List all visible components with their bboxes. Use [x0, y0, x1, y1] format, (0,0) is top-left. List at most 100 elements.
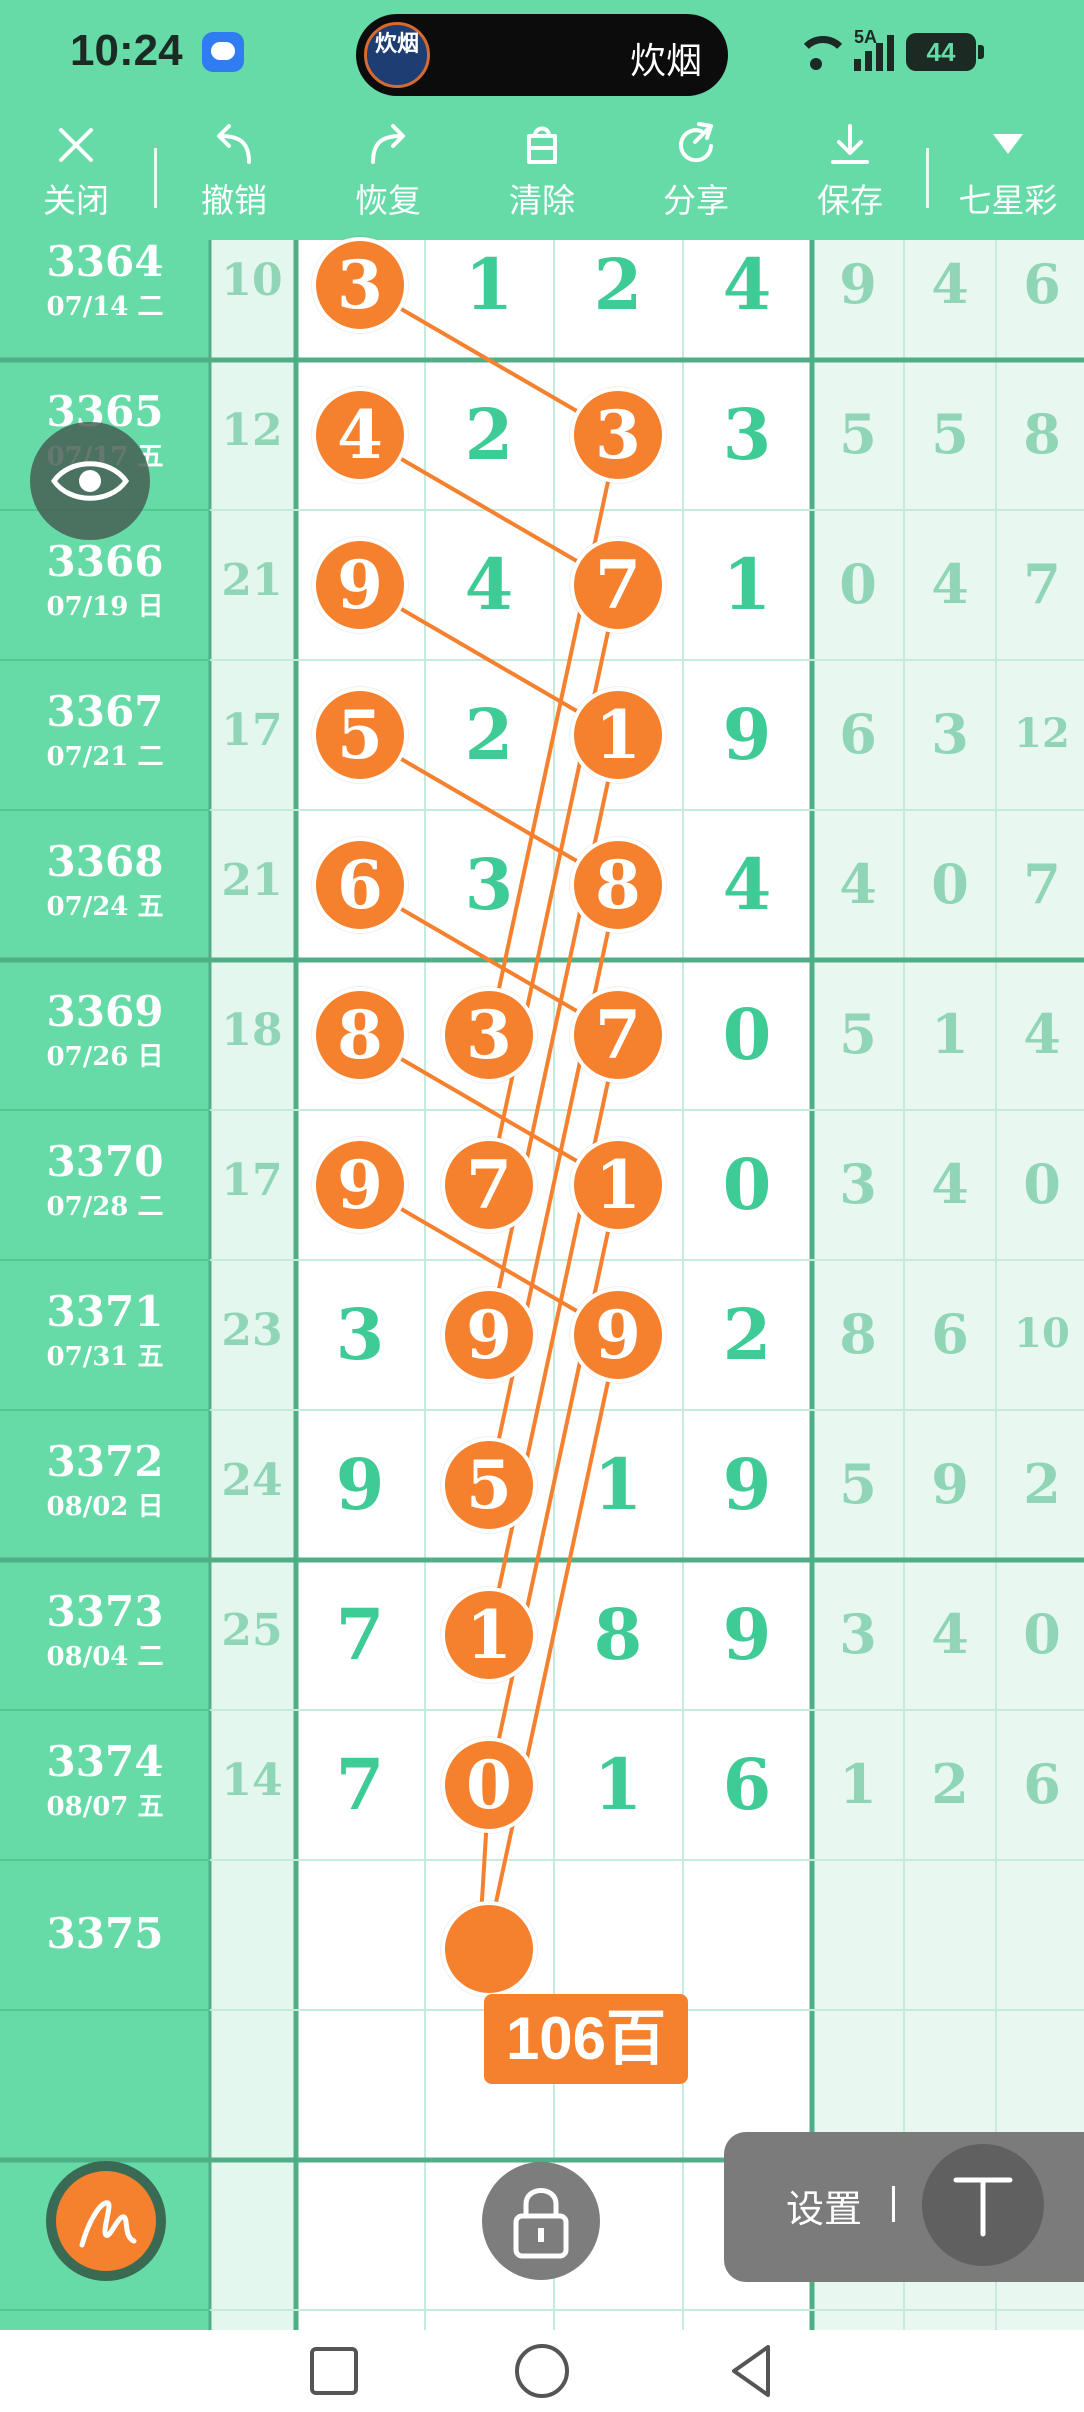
extra-digit-cell: 5: [931, 401, 969, 466]
highlighted-digit[interactable]: 9: [441, 1287, 537, 1383]
highlighted-digit[interactable]: 3: [441, 987, 537, 1083]
digit-cell[interactable]: 4: [687, 243, 807, 326]
highlighted-digit[interactable]: 4: [312, 387, 408, 483]
digit-cell[interactable]: 2: [558, 243, 678, 326]
extra-digit-cell: 0: [1023, 1151, 1061, 1216]
extra-digit-cell: 4: [839, 851, 877, 916]
extra-digit-cell: 0: [839, 551, 877, 616]
undo-icon: [217, 124, 251, 164]
highlighted-digit[interactable]: 1: [570, 687, 666, 783]
pending-marker[interactable]: [441, 1901, 537, 1997]
game-selector-dropdown[interactable]: 七星彩: [946, 108, 1070, 240]
sum-value: 18: [221, 1005, 283, 1056]
issue-date: 07/19 日: [46, 592, 164, 622]
extra-digit-cell: 10: [1014, 1310, 1070, 1358]
panel-divider: [892, 2186, 895, 2222]
highlighted-digit[interactable]: 1: [441, 1587, 537, 1683]
extra-digit-cell: 7: [1023, 551, 1061, 616]
highlighted-digit[interactable]: 9: [570, 1287, 666, 1383]
digit-cell[interactable]: 3: [300, 1293, 420, 1376]
highlighted-digit[interactable]: 1: [570, 1137, 666, 1233]
issue-date: 07/14 二: [46, 292, 164, 322]
issue-number: 3366: [46, 537, 164, 586]
digit-cell[interactable]: 3: [687, 393, 807, 476]
digit-cell[interactable]: 9: [300, 1443, 420, 1526]
sum-value: 12: [221, 405, 283, 456]
issue-number: 3375: [46, 1909, 164, 1958]
highlighted-digit[interactable]: 6: [312, 837, 408, 933]
extra-digit-cell: 4: [931, 1151, 969, 1216]
highlighted-digit[interactable]: 3: [312, 237, 408, 333]
digit-cell[interactable]: 3: [429, 843, 549, 926]
extra-digit-cell: 5: [839, 1001, 877, 1066]
extra-digit-cell: 7: [1023, 851, 1061, 916]
extra-digit-cell: 6: [1023, 251, 1061, 316]
digit-cell[interactable]: 2: [429, 693, 549, 776]
digit-cell[interactable]: 2: [429, 393, 549, 476]
highlighted-digit[interactable]: 5: [441, 1437, 537, 1533]
network-type: 5A: [854, 27, 878, 47]
digit-cell[interactable]: 7: [300, 1743, 420, 1826]
text-tool-button[interactable]: [922, 2144, 1044, 2266]
highlighted-digit[interactable]: 5: [312, 687, 408, 783]
highlighted-digit[interactable]: 9: [312, 1137, 408, 1233]
digit-cell[interactable]: 4: [687, 843, 807, 926]
issue-cell: 3369 07/26 日: [0, 987, 210, 1073]
highlighted-digit[interactable]: 8: [570, 837, 666, 933]
issue-cell: 3374 08/07 五: [0, 1737, 210, 1823]
digit-cell[interactable]: 1: [558, 1743, 678, 1826]
digit-cell[interactable]: 1: [558, 1443, 678, 1526]
issue-cell: 3373 08/04 二: [0, 1587, 210, 1673]
toolbar-divider: [926, 148, 929, 208]
clock: 10:24: [70, 26, 183, 75]
lock-button[interactable]: [482, 2162, 600, 2280]
share-button[interactable]: 分享: [636, 108, 756, 240]
undo-button[interactable]: 撤销: [174, 108, 294, 240]
back-icon[interactable]: [722, 2341, 782, 2401]
draw-pen-button[interactable]: [46, 2161, 166, 2281]
extra-digit-cell: 4: [931, 1601, 969, 1666]
clear-label: 清除: [509, 182, 575, 219]
eye-visibility-toggle[interactable]: [30, 422, 150, 540]
highlighted-digit[interactable]: 7: [570, 537, 666, 633]
highlighted-digit[interactable]: 7: [570, 987, 666, 1083]
highlighted-digit[interactable]: 9: [312, 537, 408, 633]
highlighted-digit[interactable]: 7: [441, 1137, 537, 1233]
issue-cell: 3370 07/28 二: [0, 1137, 210, 1223]
extra-digit-cell: 0: [931, 851, 969, 916]
digit-cell[interactable]: 4: [429, 543, 549, 626]
highlighted-digit[interactable]: 3: [570, 387, 666, 483]
issue-cell: 3372 08/02 日: [0, 1437, 210, 1523]
issue-number: 3369: [46, 987, 164, 1036]
digit-cell[interactable]: 9: [687, 693, 807, 776]
dynamic-island-pill[interactable]: 炊烟 炊烟: [356, 14, 728, 96]
extra-digit-cell: 8: [1023, 401, 1061, 466]
issue-cell: 3364 07/14 二: [0, 237, 210, 323]
settings-label[interactable]: 设置: [786, 2178, 862, 2233]
issue-number: 3373: [46, 1587, 164, 1636]
highlighted-digit[interactable]: 0: [441, 1737, 537, 1833]
home-icon[interactable]: [512, 2341, 572, 2401]
digit-cell[interactable]: 9: [687, 1593, 807, 1676]
lock-icon: [513, 2188, 569, 2259]
sum-value: 25: [221, 1605, 283, 1656]
digit-cell[interactable]: 9: [687, 1443, 807, 1526]
digit-cell[interactable]: 1: [429, 243, 549, 326]
recents-icon[interactable]: [304, 2341, 364, 2401]
extra-digit-cell: 5: [839, 1451, 877, 1516]
digit-cell[interactable]: 7: [300, 1593, 420, 1676]
issue-date: 07/31 五: [46, 1342, 164, 1372]
digit-cell[interactable]: 0: [687, 1143, 807, 1226]
app-pill-icon: 炊烟: [364, 22, 430, 88]
clear-button[interactable]: 清除: [482, 108, 602, 240]
digit-cell[interactable]: 1: [687, 543, 807, 626]
save-button[interactable]: 保存: [790, 108, 910, 240]
redo-button[interactable]: 恢复: [328, 108, 448, 240]
close-button[interactable]: 关闭: [16, 108, 136, 240]
digit-cell[interactable]: 0: [687, 993, 807, 1076]
digit-cell[interactable]: 8: [558, 1593, 678, 1676]
text-t-icon: [953, 2177, 1013, 2237]
highlighted-digit[interactable]: 8: [312, 987, 408, 1083]
digit-cell[interactable]: 6: [687, 1743, 807, 1826]
digit-cell[interactable]: 2: [687, 1293, 807, 1376]
